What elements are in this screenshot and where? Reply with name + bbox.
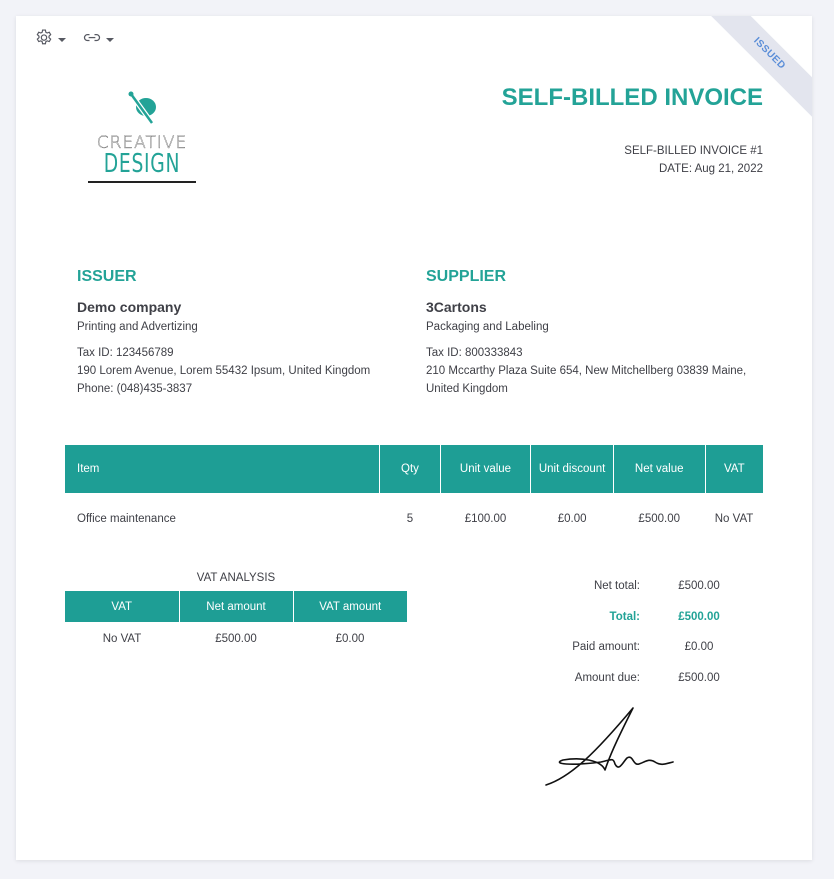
column-header-item: Item — [65, 445, 381, 493]
invoice-date: DATE: Aug 21, 2022 — [659, 163, 763, 175]
toolbar — [34, 28, 114, 48]
supplier-name: 3Cartons — [426, 299, 487, 315]
total-value: £500.00 — [678, 610, 720, 623]
issuer-tax-id: Tax ID: 123456789 — [77, 347, 174, 359]
issuer-activity: Printing and Advertizing — [77, 321, 198, 333]
link-icon — [82, 28, 102, 48]
supplier-tax-id: Tax ID: 800333843 — [426, 347, 523, 359]
net-total-value: £500.00 — [678, 580, 720, 593]
company-logo: CREATIVE DESIGN — [86, 90, 198, 183]
cell-unit-discount: £0.00 — [557, 513, 587, 525]
invoice-page: ISSUED CREATIVE DESIGN SELF-BILLED INVOI… — [16, 16, 812, 860]
items-table: Item Qty Unit value Unit discount Net va… — [65, 445, 763, 545]
paid-amount-row: Paid amount: £0.00 — [546, 632, 738, 663]
gear-icon — [34, 28, 54, 48]
cell-vat: No VAT — [102, 633, 142, 645]
table-row: Office maintenance 5 £100.00 £0.00 £500.… — [65, 493, 763, 545]
net-total-row: Net total: £500.00 — [546, 571, 738, 602]
cell-net-value: £500.00 — [638, 513, 680, 525]
column-header-unit-value: Unit value — [440, 445, 532, 493]
paid-amount-value: £0.00 — [684, 641, 714, 654]
total-label: Total: — [609, 610, 640, 623]
supplier-heading: SUPPLIER — [426, 268, 507, 285]
vat-analysis-title: VAT ANALYSIS — [196, 572, 276, 584]
column-header-vat-amount: VAT amount — [293, 591, 407, 622]
items-table-header: Item Qty Unit value Unit discount Net va… — [65, 445, 763, 493]
issuer-section: ISSUER Demo company Printing and Adverti… — [77, 268, 407, 398]
column-header-vat: VAT — [705, 445, 763, 493]
issuer-name: Demo company — [77, 299, 182, 315]
totals-table: Net total: £500.00 Total: £500.00 Paid a… — [546, 571, 738, 693]
table-row: No VAT £500.00 £0.00 — [65, 622, 407, 656]
amount-due-label: Amount due: — [574, 671, 640, 684]
invoice-meta: SELF-BILLED INVOICE #1 DATE: Aug 21, 202… — [624, 142, 763, 178]
cell-item: Office maintenance — [77, 513, 176, 525]
invoice-number: SELF-BILLED INVOICE #1 — [624, 145, 763, 157]
column-header-net-value: Net value — [613, 445, 706, 493]
cell-vat-amount: £0.00 — [335, 633, 365, 645]
net-total-label: Net total: — [593, 580, 640, 593]
signature-image — [545, 707, 674, 786]
issuer-address: 190 Lorem Avenue, Lorem 55432 Ipsum, Uni… — [77, 365, 371, 377]
column-header-net-amount: Net amount — [179, 591, 294, 622]
issuer-phone: Phone: (048)435-3837 — [77, 383, 193, 395]
vat-analysis-table: VAT Net amount VAT amount No VAT £500.00… — [65, 591, 407, 656]
cell-vat: No VAT — [714, 513, 754, 525]
supplier-activity: Packaging and Labeling — [426, 321, 549, 333]
amount-due-row: Amount due: £500.00 — [546, 663, 738, 694]
logo-text-design: DESIGN — [103, 149, 181, 179]
supplier-address: 210 Mccarthy Plaza Suite 654, New Mitche… — [426, 365, 747, 395]
column-header-vat: VAT — [65, 591, 180, 622]
amount-due-value: £500.00 — [678, 671, 720, 684]
cell-qty: 5 — [406, 513, 414, 525]
column-header-qty: Qty — [379, 445, 441, 493]
settings-dropdown-button[interactable] — [34, 28, 66, 48]
issuer-heading: ISSUER — [77, 268, 137, 285]
link-dropdown-button[interactable] — [82, 28, 114, 48]
column-header-unit-discount: Unit discount — [530, 445, 614, 493]
cell-net-amount: £500.00 — [215, 633, 257, 645]
total-row: Total: £500.00 — [546, 602, 738, 633]
cell-unit-value: £100.00 — [464, 513, 507, 525]
chevron-down-icon — [58, 38, 66, 42]
paid-amount-label: Paid amount: — [572, 641, 640, 654]
logo-underline — [88, 181, 196, 183]
supplier-section: SUPPLIER 3Cartons Packaging and Labeling… — [426, 268, 771, 398]
page-title: SELF-BILLED INVOICE — [501, 84, 763, 111]
chevron-down-icon — [106, 38, 114, 42]
vat-analysis: VAT ANALYSIS VAT Net amount VAT amount N… — [65, 572, 407, 656]
palette-icon — [128, 91, 156, 125]
